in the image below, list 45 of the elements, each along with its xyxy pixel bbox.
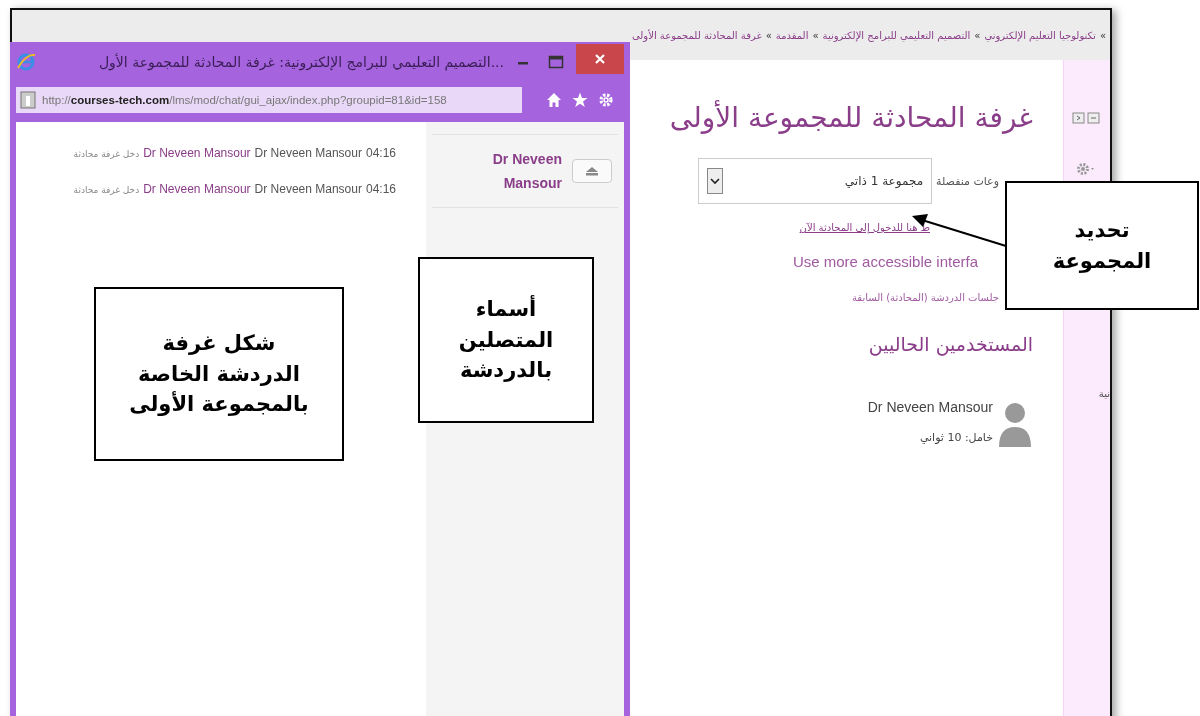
user-link[interactable]: Dr Neveen Mansour	[143, 146, 251, 160]
message-time: 04:16	[365, 146, 396, 160]
message-time: 04:16	[365, 182, 396, 196]
current-users-heading: المستخدمين الحاليين	[868, 333, 1033, 355]
star-icon[interactable]	[572, 92, 588, 108]
close-icon	[594, 53, 606, 65]
window-title: ...التصميم التعليمي للبرامج الإلكترونية: غرفة المحادثة للمجموعة الأول	[97, 54, 504, 70]
message-author: Dr Neveen Mansour	[254, 182, 362, 196]
user-link[interactable]: Dr Neveen Mansour	[143, 182, 251, 196]
breadcrumb-link[interactable]: تكنولوجيا التعليم الإلكتروني	[984, 29, 1096, 41]
breadcrumb-link[interactable]: غرفة المحادثة للمجموعة الأولى	[631, 29, 762, 41]
address-field[interactable]: http://courses-tech.com/lms/mod/chat/gui_ajax/index.php?groupid=81&id=158	[16, 87, 522, 113]
message-author: Dr Neveen Mansour	[254, 146, 362, 160]
group-label: وعات منفصلة	[936, 174, 999, 188]
breadcrumb-separator: »	[765, 29, 772, 41]
breadcrumb-separator: »	[1099, 29, 1106, 41]
page-title: غرفة المحادثة للمجموعة الأولى	[669, 100, 1033, 136]
breadcrumb-separator: »	[812, 29, 819, 41]
user-avatar-icon	[997, 401, 1033, 449]
enter-chat-link[interactable]: ط هنا للدخول إلى المحادثة الآن	[799, 222, 930, 233]
message-text: دخل غرفة محادثة	[73, 149, 140, 159]
accessible-interface-link[interactable]: Use more accessible interfa	[792, 253, 978, 270]
breadcrumb-separator: »	[974, 29, 981, 41]
browser-logo-icon	[16, 52, 36, 72]
user-action-button[interactable]	[572, 159, 612, 183]
settings-icon[interactable]	[598, 92, 614, 108]
page-icon	[20, 91, 36, 109]
idle-time: خامل: 10 ثواني	[919, 431, 993, 444]
caret-icon	[707, 168, 724, 194]
online-user-name[interactable]: Dr Neveen Mansour	[472, 147, 562, 195]
breadcrumb-link[interactable]: المقدمة	[775, 29, 809, 41]
past-sessions-link[interactable]: جلسات الدردشة (المحادثة) السابقة	[852, 292, 999, 303]
user-name: Dr Neveen Mansour	[867, 399, 993, 415]
message-text: دخل غرفة محادثة	[73, 185, 140, 195]
dock-icon[interactable]	[1072, 112, 1102, 124]
home-icon[interactable]	[546, 92, 562, 108]
group-select[interactable]: مجموعة 1 ذاتي	[698, 158, 933, 204]
callout-note: أسماء المتصلين بالدردشة	[418, 257, 594, 423]
sidebar-text: نية	[1098, 388, 1110, 399]
eject-icon	[584, 166, 600, 176]
maximize-icon[interactable]	[548, 55, 564, 69]
breadcrumb-link[interactable]: التصميم التعليمي للبرامج الإلكترونية	[822, 29, 971, 41]
callout-note: شكل غرفة الدردشة الخاصة بالمجموعة الأولى	[94, 287, 344, 461]
close-button[interactable]	[576, 44, 624, 74]
callout-note: تحديد المجموعة	[1005, 181, 1199, 310]
